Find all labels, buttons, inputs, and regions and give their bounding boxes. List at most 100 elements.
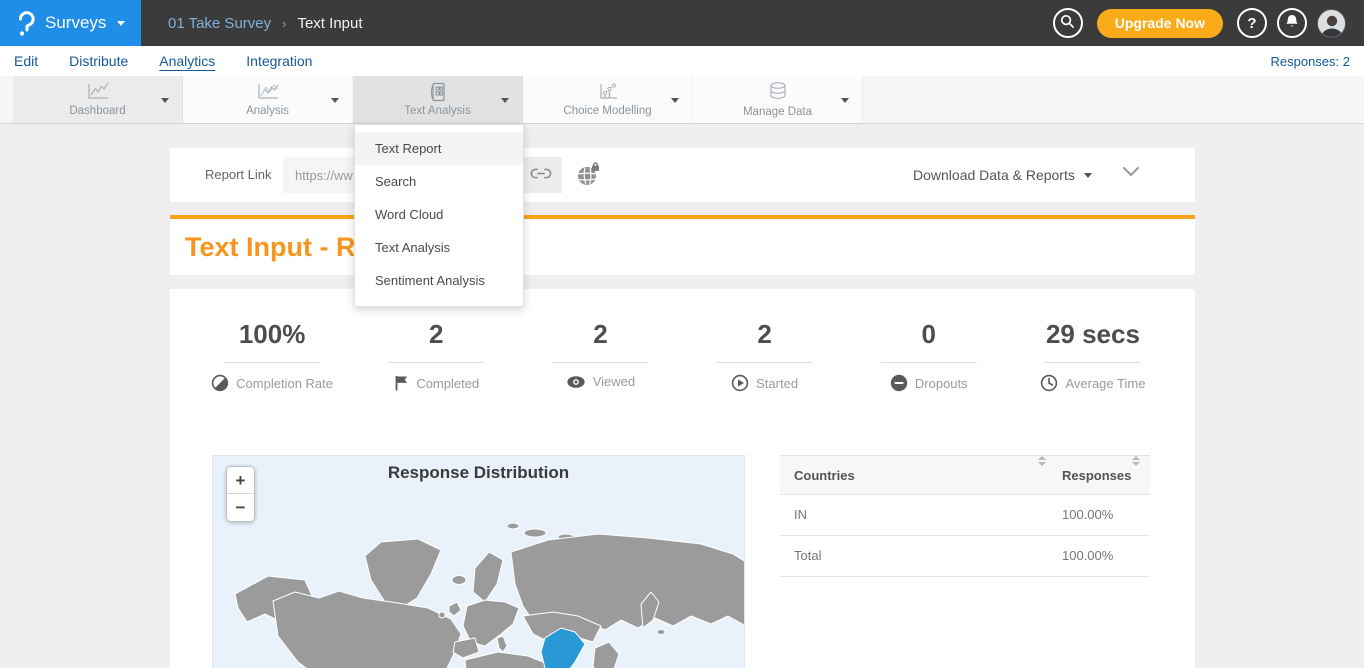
- notifications-button[interactable]: [1277, 8, 1307, 38]
- copy-link-button[interactable]: [520, 157, 562, 193]
- caret-down-icon: [161, 98, 169, 103]
- tab-text-analysis[interactable]: Text Analysis: [353, 76, 523, 123]
- sort-icon[interactable]: [1038, 456, 1046, 466]
- divider: [224, 362, 320, 363]
- stat-started: 2 Started: [683, 319, 847, 392]
- survey-subnav: Edit Distribute Analytics Integration Re…: [0, 46, 1364, 76]
- caret-down-icon: [331, 98, 339, 103]
- upgrade-now-button[interactable]: Upgrade Now: [1097, 9, 1223, 38]
- divider: [552, 362, 648, 363]
- table-header-row: Countries Responses: [780, 455, 1150, 495]
- chevron-down-icon: [117, 21, 125, 26]
- stat-completion-rate: 100% Completion Rate: [190, 319, 354, 392]
- cell-responses: 100.00%: [1062, 536, 1113, 576]
- zoom-out-button[interactable]: −: [227, 494, 254, 521]
- analytics-tabbar: Dashboard Analysis Text Analysis Choice …: [0, 76, 1364, 124]
- bell-icon: [1285, 14, 1299, 33]
- menu-item-text-report[interactable]: Text Report: [355, 132, 523, 165]
- topbar-actions: Upgrade Now ?: [1053, 8, 1364, 38]
- tab-manage-data[interactable]: Manage Data: [693, 76, 863, 123]
- column-header-countries[interactable]: Countries: [794, 456, 855, 496]
- stat-label: Dropouts: [915, 376, 968, 391]
- report-visibility-button[interactable]: [574, 162, 602, 190]
- database-icon: [767, 81, 789, 103]
- stat-value: 100%: [190, 319, 354, 350]
- stat-label: Viewed: [593, 374, 635, 389]
- minus-circle-icon: [890, 374, 908, 392]
- stat-label: Average Time: [1065, 376, 1145, 391]
- tabbar-spacer: [0, 76, 13, 123]
- tab-label: Manage Data: [743, 106, 812, 118]
- stat-value: 29 secs: [1011, 319, 1175, 350]
- breadcrumb-separator: ›: [282, 16, 286, 31]
- globe-lock-icon: [575, 176, 601, 191]
- flag-icon: [393, 374, 409, 392]
- product-switcher[interactable]: Surveys: [0, 0, 141, 46]
- menu-item-text-analysis[interactable]: Text Analysis: [355, 231, 523, 264]
- breadcrumb-survey-name[interactable]: 01 Take Survey: [168, 15, 271, 32]
- collapse-panel-button[interactable]: [1122, 165, 1140, 180]
- tab-label: Text Analysis: [404, 105, 470, 117]
- eye-icon: [566, 375, 586, 389]
- text-analysis-menu: Text Report Search Word Cloud Text Analy…: [354, 124, 524, 307]
- responses-count: Responses: 2: [1271, 54, 1351, 69]
- menu-item-word-cloud[interactable]: Word Cloud: [355, 198, 523, 231]
- divider: [1045, 362, 1141, 363]
- table-row: IN 100.00%: [780, 495, 1150, 536]
- nav-item-distribute[interactable]: Distribute: [69, 53, 128, 69]
- stat-label: Started: [756, 376, 798, 391]
- download-data-reports-button[interactable]: Download Data & Reports: [913, 148, 1092, 202]
- stat-value: 2: [354, 319, 518, 350]
- page-title: Text Input - Report: [170, 219, 1195, 263]
- map-title: Response Distribution: [213, 463, 744, 483]
- search-icon: [1060, 14, 1075, 33]
- clock-icon: [1040, 374, 1058, 392]
- sort-icon[interactable]: [1132, 456, 1140, 466]
- stat-value: 0: [847, 319, 1011, 350]
- stat-value: 2: [683, 319, 847, 350]
- tab-label: Choice Modelling: [563, 105, 651, 117]
- download-label: Download Data & Reports: [913, 167, 1075, 183]
- map-zoom-control: + −: [226, 466, 255, 522]
- question-mark-icon: ?: [1247, 15, 1256, 32]
- menu-item-sentiment-analysis[interactable]: Sentiment Analysis: [355, 264, 523, 297]
- stats-row: 100% Completion Rate 2 Completed: [190, 319, 1175, 392]
- avatar[interactable]: [1317, 9, 1346, 38]
- caret-down-icon: [501, 98, 509, 103]
- text-report-icon: [427, 82, 449, 102]
- report-body-card: 100% Completion Rate 2 Completed: [170, 289, 1195, 668]
- divider: [881, 362, 977, 363]
- tab-analysis[interactable]: Analysis: [183, 76, 353, 123]
- product-name: Surveys: [45, 13, 106, 33]
- world-map[interactable]: [213, 456, 745, 668]
- report-link-bar: Report Link Download Data & Reports: [170, 148, 1195, 202]
- caret-down-icon: [671, 98, 679, 103]
- table-row-total: Total 100.00%: [780, 536, 1150, 577]
- breadcrumb: 01 Take Survey › Text Input: [168, 15, 363, 32]
- search-button[interactable]: [1053, 8, 1083, 38]
- tab-choice-modelling[interactable]: Choice Modelling: [523, 76, 693, 123]
- stat-label: Completed: [416, 376, 479, 391]
- analytics-page: Surveys 01 Take Survey › Text Input Upgr…: [0, 0, 1364, 668]
- help-button[interactable]: ?: [1237, 8, 1267, 38]
- topbar: Surveys 01 Take Survey › Text Input Upgr…: [0, 0, 1364, 46]
- stat-average-time: 29 secs Average Time: [1011, 319, 1175, 392]
- divider: [717, 362, 813, 363]
- line-chart-icon: [85, 82, 111, 102]
- nav-item-integration[interactable]: Integration: [246, 53, 312, 69]
- zoom-in-button[interactable]: +: [227, 467, 254, 494]
- menu-item-search[interactable]: Search: [355, 165, 523, 198]
- chevron-down-icon: [1122, 165, 1140, 180]
- link-icon: [530, 167, 552, 183]
- stat-dropouts: 0 Dropouts: [847, 319, 1011, 392]
- tab-label: Dashboard: [69, 105, 125, 117]
- tab-dashboard[interactable]: Dashboard: [13, 76, 183, 123]
- stat-value: 2: [518, 319, 682, 350]
- response-distribution-map[interactable]: Response Distribution + −: [212, 455, 745, 668]
- nav-item-analytics[interactable]: Analytics: [159, 53, 215, 69]
- area-chart-icon: [255, 82, 281, 102]
- caret-down-icon: [1084, 173, 1092, 178]
- stat-viewed: 2 Viewed: [518, 319, 682, 392]
- nav-item-edit[interactable]: Edit: [14, 53, 38, 69]
- column-header-responses[interactable]: Responses: [1062, 456, 1131, 496]
